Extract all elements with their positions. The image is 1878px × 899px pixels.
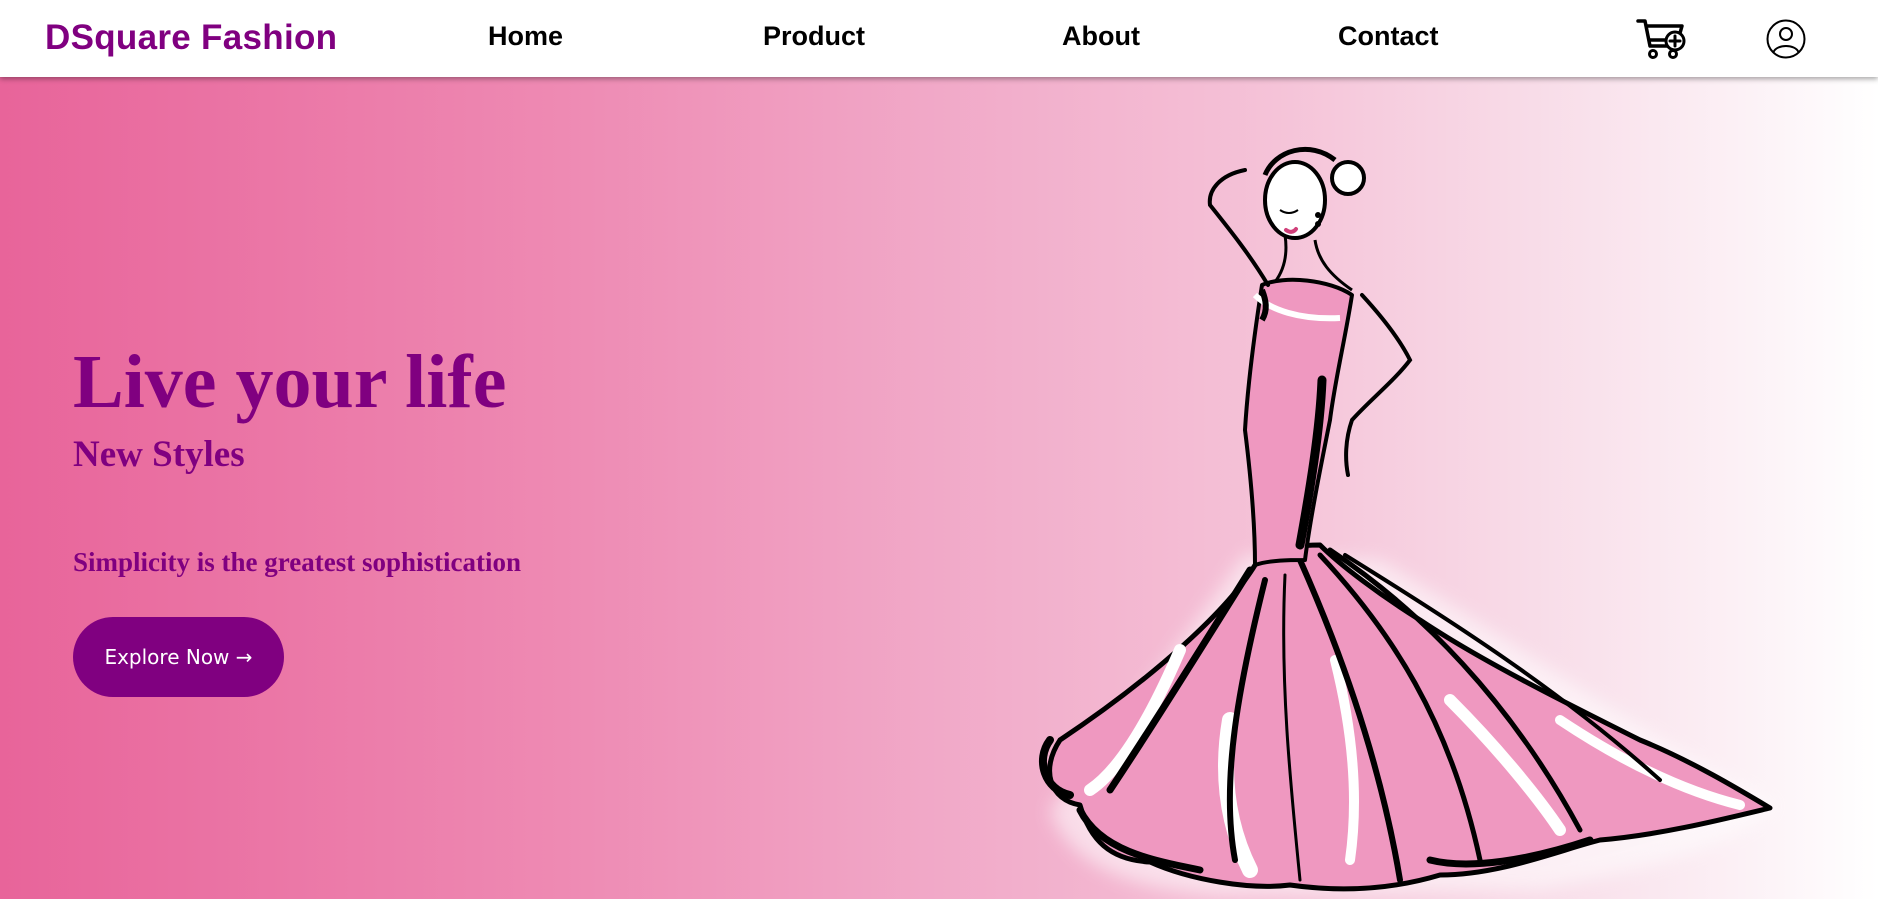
nav-link-home[interactable]: Home xyxy=(488,21,563,52)
cart-plus-icon[interactable] xyxy=(1636,16,1688,60)
hero-tagline: Simplicity is the greatest sophisticatio… xyxy=(73,547,521,577)
nav-link-about[interactable]: About xyxy=(1062,21,1140,52)
hero-subheadline: New Styles xyxy=(73,434,245,475)
navbar: DSquare Fashion Home Product About Conta… xyxy=(0,0,1878,77)
hero-section: Live your life New Styles Simplicity is … xyxy=(0,77,1878,899)
brand-logo[interactable]: DSquare Fashion xyxy=(45,18,337,58)
fashion-model-illustration xyxy=(1038,146,1775,895)
nav-link-product[interactable]: Product xyxy=(763,21,865,52)
hero-headline: Live your life xyxy=(73,340,507,424)
user-circle-icon[interactable] xyxy=(1765,18,1807,60)
nav-link-contact[interactable]: Contact xyxy=(1338,21,1439,52)
explore-now-button[interactable]: Explore Now → xyxy=(73,617,284,697)
